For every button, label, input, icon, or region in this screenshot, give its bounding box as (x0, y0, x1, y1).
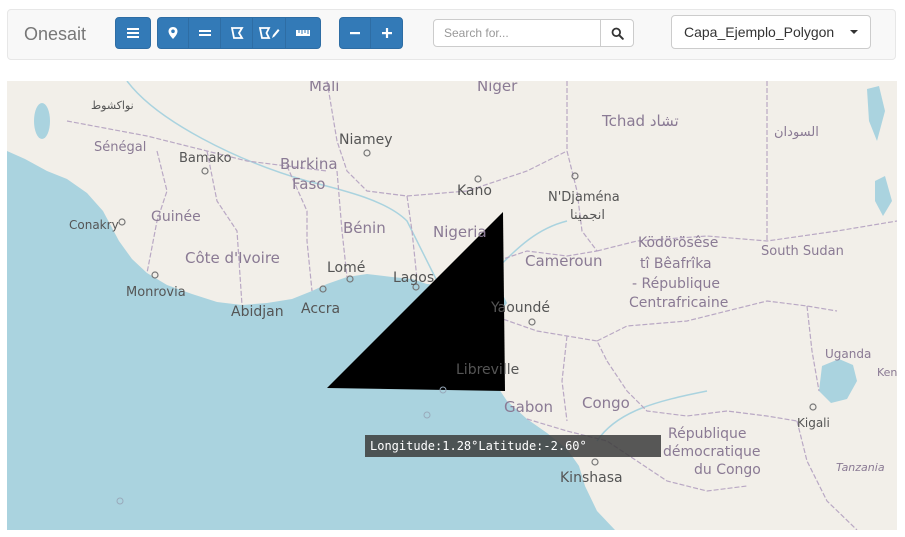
label-country: Kenya (877, 366, 897, 379)
label-country: tî Bêafrîka (640, 256, 712, 272)
brand-logo[interactable]: Onesait (24, 24, 86, 45)
zoom-group (339, 17, 403, 49)
coordinate-readout: Longitude: 1.28° Latitude: -2.60° (365, 435, 661, 457)
label-country: Mali (309, 81, 339, 95)
label-country: Bénin (343, 219, 386, 237)
label-city: Kano (457, 183, 492, 199)
polygon-icon (230, 27, 244, 39)
ruler-icon (296, 30, 310, 36)
label-country: Burkina (280, 155, 338, 173)
label-city: Yaoundé (490, 300, 550, 316)
measure-button[interactable] (285, 17, 321, 49)
label-country: Guinée (151, 209, 201, 225)
label-city: Kigali (797, 416, 830, 430)
label-country: Cameroun (525, 252, 603, 270)
label-country: Uganda (825, 347, 871, 361)
label-city: Libreville (456, 362, 519, 378)
draw-polygon-button[interactable] (220, 17, 253, 49)
label-city: Niamey (339, 132, 392, 148)
latitude-value: -2.60° (543, 439, 587, 453)
label-country: Nigeria (433, 223, 487, 241)
search-input[interactable] (433, 19, 601, 47)
label-country: Niger (477, 81, 518, 95)
navbar: Onesait Search for... Capa_Ejemplo_Polyg… (7, 9, 896, 60)
map-svg[interactable]: Mali Niger Tchad تشاد السودان Sénégal Bu… (7, 81, 897, 530)
label-country: السودان (774, 125, 819, 140)
latitude-label: Latitude: (478, 439, 544, 453)
label-city: Conakry (69, 218, 119, 232)
label-city: Accra (301, 301, 340, 317)
label-city: Kinshasa (560, 470, 623, 486)
label-country: Congo (582, 394, 630, 412)
label-country: République (668, 426, 747, 442)
search-icon (611, 27, 624, 40)
menu-button-group (115, 17, 151, 49)
label-country: - République (632, 276, 720, 292)
menu-button[interactable] (115, 17, 151, 49)
line-icon (198, 30, 211, 36)
menu-icon (127, 28, 139, 38)
label-city: Monrovia (126, 285, 186, 300)
label-city: N'Djaména (548, 190, 620, 205)
longitude-label: Longitude: (370, 439, 443, 453)
zoom-in-icon (381, 28, 392, 38)
add-point-button[interactable] (157, 17, 189, 49)
polygon-edit-icon (258, 27, 280, 39)
label-country: Ködörösêse (638, 235, 718, 251)
label-city: انجمينا (570, 208, 605, 223)
label-city: نواكشوط (91, 99, 134, 112)
label-city: Abidjan (231, 304, 284, 320)
chevron-down-icon (850, 30, 858, 34)
label-country: Tchad تشاد (601, 112, 679, 130)
label-city: Bamako (179, 151, 232, 166)
search-button[interactable] (600, 19, 634, 47)
label-country: Centrafricaine (629, 295, 728, 311)
label-country: du Congo (694, 462, 761, 478)
label-country: South Sudan (761, 244, 844, 259)
label-country: Sénégal (94, 140, 146, 155)
layer-select-value: Capa_Ejemplo_Polygon (684, 24, 835, 40)
label-country: démocratique (663, 444, 761, 460)
draw-line-button[interactable] (188, 17, 221, 49)
label-city: Lomé (327, 260, 365, 276)
label-country: Côte d'Ivoire (185, 249, 280, 267)
longitude-value: 1.28° (442, 439, 479, 453)
zoom-in-button[interactable] (370, 17, 403, 49)
label-country: Tanzania (836, 461, 885, 474)
edit-polygon-button[interactable] (252, 17, 286, 49)
layer-select[interactable]: Capa_Ejemplo_Polygon (671, 15, 871, 49)
map-marker-icon (168, 27, 178, 39)
label-country: Gabon (504, 398, 553, 416)
draw-tools-group (157, 17, 321, 49)
zoom-out-icon (350, 32, 360, 35)
zoom-out-button[interactable] (339, 17, 371, 49)
map-canvas[interactable]: Mali Niger Tchad تشاد السودان Sénégal Bu… (7, 81, 897, 530)
label-city: Lagos (393, 270, 434, 286)
label-country: Faso (292, 175, 325, 193)
